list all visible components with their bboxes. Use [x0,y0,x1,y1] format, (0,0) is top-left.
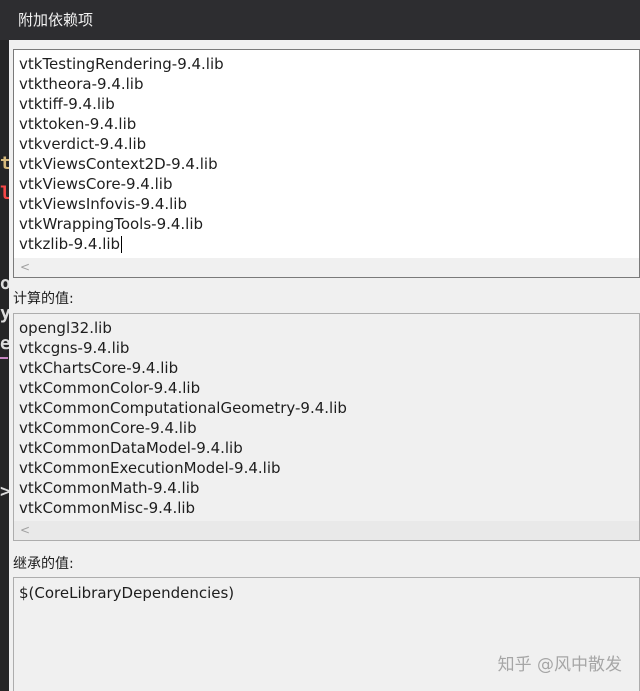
computed-value-line: vtkChartsCore-9.4.lib [19,359,179,377]
dependency-line: vtkTestingRendering-9.4.lib [19,55,224,73]
inherited-lines: $(CoreLibraryDependencies) [19,583,639,603]
computed-value-line: vtkCommonColor-9.4.lib [19,379,201,397]
additional-dependencies-dialog: vtkTestingRendering-9.4.lib vtktheora-9.… [9,40,640,691]
dependency-line: vtkViewsContext2D-9.4.lib [19,155,218,173]
inherited-values-label: 继承的值: [13,556,74,572]
background-divider [0,357,8,359]
computed-lines: opengl32.lib vtkcgns-9.4.lib vtkChartsCo… [19,318,639,518]
inherited-value-line: $(CoreLibraryDependencies) [19,584,235,602]
computed-values-box: opengl32.lib vtkcgns-9.4.lib vtkChartsCo… [13,313,640,541]
scroll-left-arrow-icon[interactable]: < [20,258,30,277]
background-glyph: e [0,333,9,354]
dependencies-lines: vtkTestingRendering-9.4.lib vtktheora-9.… [19,54,639,254]
background-glyph: > [0,481,9,502]
background-editor-strip: t l o y e > [0,40,9,691]
watermark: 知乎 @风中散发 [497,655,622,675]
computed-value-line: vtkCommonExecutionModel-9.4.lib [19,459,281,477]
text-cursor [121,236,123,253]
dependency-line: vtkWrappingTools-9.4.lib [19,215,204,233]
scroll-left-arrow-icon[interactable]: < [20,521,30,540]
dependency-line: vtkViewsInfovis-9.4.lib [19,195,187,213]
dependency-line: vtktheora-9.4.lib [19,75,144,93]
computed-value-line: vtkCommonMisc-9.4.lib [19,499,196,517]
dialog-title: 附加依赖项 [18,11,94,29]
computed-value-line: vtkcgns-9.4.lib [19,339,130,357]
dependency-line: vtktoken-9.4.lib [19,115,137,133]
dependency-line-current: vtkzlib-9.4.lib [19,234,639,254]
dependency-line-text: vtkzlib-9.4.lib [19,235,121,253]
computed-values-label: 计算的值: [13,291,74,307]
computed-value-line: vtkCommonDataModel-9.4.lib [19,439,243,457]
background-glyph: y [0,303,9,324]
computed-value-line: vtkCommonComputationalGeometry-9.4.lib [19,399,347,417]
edit-box-horizontal-scrollbar[interactable]: < [14,258,639,277]
dependencies-edit-box[interactable]: vtkTestingRendering-9.4.lib vtktheora-9.… [13,49,640,278]
dependency-line: vtkverdict-9.4.lib [19,135,147,153]
background-glyph: o [0,273,9,294]
computed-box-horizontal-scrollbar[interactable]: < [14,521,639,540]
computed-value-line: vtkCommonCore-9.4.lib [19,419,197,437]
dialog-titlebar: 附加依赖项 [0,0,640,40]
computed-value-line: vtkCommonMath-9.4.lib [19,479,200,497]
dependency-line: vtktiff-9.4.lib [19,95,115,113]
background-glyph: t [0,153,9,174]
dependency-line: vtkViewsCore-9.4.lib [19,175,173,193]
computed-value-line: opengl32.lib [19,319,112,337]
background-glyph: l [0,183,9,204]
